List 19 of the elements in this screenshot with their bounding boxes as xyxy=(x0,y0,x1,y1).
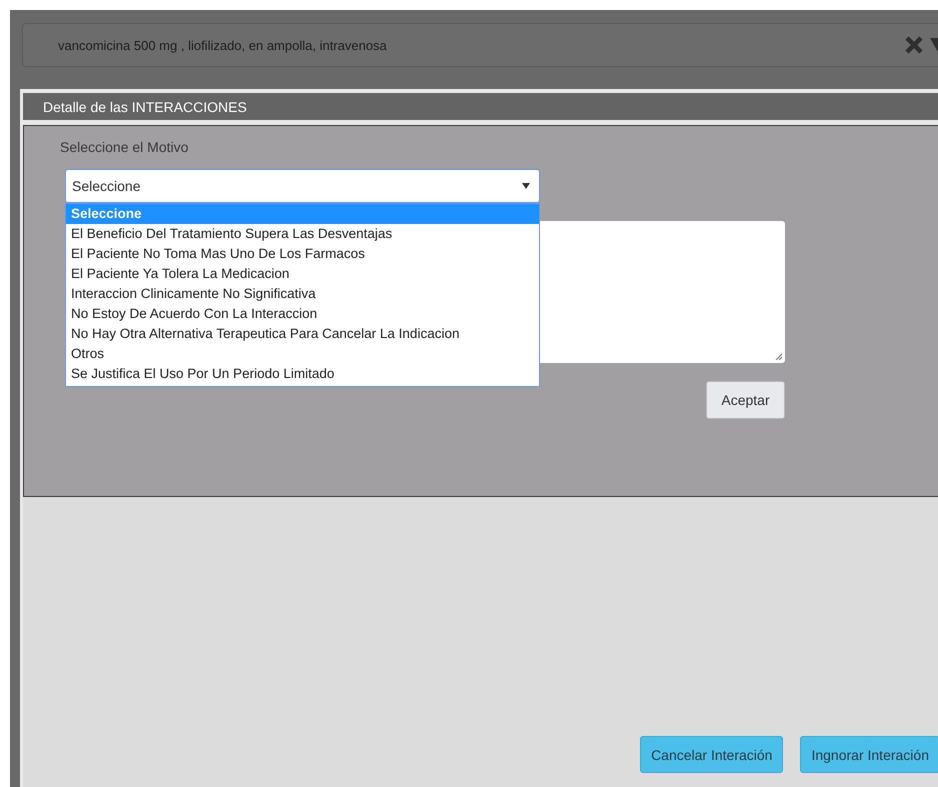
footer-button[interactable]: Ingnorar Interación xyxy=(800,736,938,773)
dropdown-option[interactable]: Interaccion Clinicamente No Significativa xyxy=(66,284,539,304)
reason-select[interactable]: Seleccione xyxy=(65,169,540,203)
dropdown-option[interactable]: El Beneficio Del Tratamiento Supera Las Desventajas xyxy=(66,224,539,244)
dropdown-option[interactable]: Se Justifica El Uso Por Un Periodo Limitado xyxy=(66,364,539,384)
close-icon[interactable] xyxy=(904,35,924,55)
medication-name: vancomicina 500 mg , liofilizado, en ampolla, intravenosa xyxy=(58,38,388,52)
dropdown-arrow-icon xyxy=(522,183,530,189)
resize-grip-icon xyxy=(775,353,782,360)
triangle-icon[interactable] xyxy=(930,36,938,54)
accept-button[interactable]: Aceptar xyxy=(706,381,785,419)
dropdown-option[interactable]: No Estoy De Acuerdo Con La Interaccion xyxy=(66,304,539,324)
footer-button[interactable]: Cancelar Interación xyxy=(640,736,784,773)
dropdown-option[interactable]: El Paciente Ya Tolera La Medicacion xyxy=(66,264,539,284)
dropdown-option[interactable]: No Hay Otra Alternativa Terapeutica Para Cancelar La Indicacion xyxy=(66,324,539,344)
field-label: Seleccione el Motivo xyxy=(60,139,190,155)
dropdown-option[interactable]: Otros xyxy=(66,344,539,364)
dropdown-option[interactable]: El Paciente No Toma Mas Uno De Los Farmacos xyxy=(66,244,539,264)
dialog-title: Detalle de las INTERACCIONES xyxy=(43,98,247,114)
